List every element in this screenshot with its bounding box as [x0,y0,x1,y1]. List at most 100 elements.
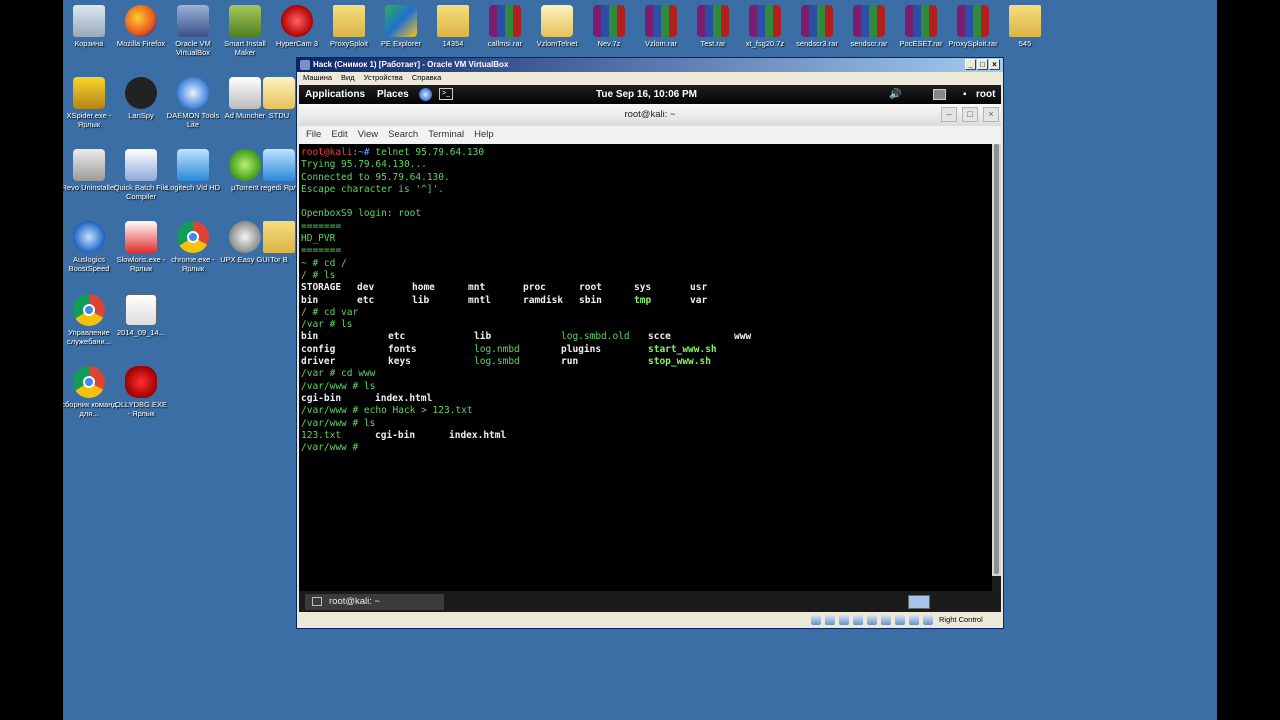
applications-menu[interactable]: Applications [305,85,365,104]
desktop-icon-vzlomtelnet[interactable]: VzlomTelnet [529,5,585,48]
optical-drive-icon[interactable] [825,615,835,625]
chat-icon: ▪ [963,89,967,100]
desktop-icon-tor[interactable]: Tor B [259,221,299,264]
desktop-icon-hypercam[interactable]: HyperCam 3 [269,5,325,48]
desktop-icon-smart-install[interactable]: Smart Install Maker [217,5,273,57]
network-icon[interactable] [933,89,946,100]
vbox-menu-help[interactable]: Справка [412,73,441,82]
desktop-icon-545[interactable]: 545 [997,5,1053,48]
terminal-minimize-button[interactable]: – [941,107,957,122]
ad-muncher-icon [229,77,261,109]
terminal-close-button[interactable]: × [983,107,999,122]
mouse-integration-icon[interactable] [909,615,919,625]
desktop-icon-poceset[interactable]: PocESET.rar [893,5,949,48]
terminal-menu-file[interactable]: File [306,129,321,140]
desktop-icon-test[interactable]: Test.rar [685,5,741,48]
floppy-icon[interactable] [839,615,849,625]
batch-compiler-icon [125,149,157,181]
vbox-menu-view[interactable]: Вид [341,73,355,82]
desktop-icon-daemon-tools[interactable]: DAEMON Tools Lite [165,77,221,129]
maximize-button[interactable]: □ [977,59,988,70]
shared-folder-icon[interactable] [881,615,891,625]
terminal-menu-view[interactable]: View [358,129,378,140]
vbox-title: Hack (Снимок 1) [Работает] - Oracle VM V… [313,60,509,69]
desktop-icon-sendscr[interactable]: sendscr.rar [841,5,897,48]
desktop-icon-14354[interactable]: 14354 [425,5,481,48]
desktop-icon-stdu[interactable]: STDU [259,77,299,120]
rar-icon [853,5,885,37]
desktop-icon-sbornik[interactable]: сборник команд для... [63,366,117,418]
virtualbox-window[interactable]: Hack (Снимок 1) [Работает] - Oracle VM V… [296,57,1004,629]
network-adapter-icon[interactable] [853,615,863,625]
desktop-icon-sendscr3[interactable]: sendscr3.rar [789,5,845,48]
desktop-icon-firefox[interactable]: Mozilla Firefox [113,5,169,48]
panel-clock[interactable]: Tue Sep 16, 10:06 PM [596,85,697,104]
desktop-icon-callmsi[interactable]: callmsi.rar [477,5,533,48]
folder-icon [1009,5,1041,37]
places-menu[interactable]: Places [377,85,409,104]
terminal-screen[interactable]: root@kali:~# telnet 95.79.64.130 Trying … [299,144,992,611]
desktop-icon-pe-explorer[interactable]: PE Explorer [373,5,429,48]
desktop-icon-auslogics[interactable]: Auslogics BoostSpeed [63,221,117,273]
desktop-icon-slowloris[interactable]: Slowloris.exe - Ярлык [113,221,169,273]
gnome-bottom-panel: root@kali: ~ [299,591,1001,612]
ollydbg-icon [125,366,157,398]
desktop-icon-screenshot[interactable]: 2014_09_14... [113,294,169,337]
vbox-menu-machine[interactable]: Машина [303,73,332,82]
desktop-icon-proxysploit[interactable]: ProxySploit [321,5,377,48]
guest-screen[interactable]: Applications Places >_ Tue Sep 16, 10:06… [299,85,1001,612]
desktop-icon-ollydbg[interactable]: OLLYDBG.EXE - Ярлык [113,366,169,418]
terminal-launcher-icon[interactable]: >_ [439,88,453,100]
keyboard-capture-icon[interactable] [923,615,933,625]
workspace-switcher[interactable] [908,595,930,609]
vbox-statusbar: Right Control [297,612,1003,628]
taskbar-terminal-button[interactable]: root@kali: ~ [305,594,444,610]
browser-launcher-icon[interactable] [419,88,432,101]
terminal-ls-row: driver keys log.smbd run stop_www.sh [301,356,711,368]
terminal-menu-edit[interactable]: Edit [331,129,347,140]
panel-user[interactable]: root [976,85,995,104]
terminal-scrollbar[interactable] [992,144,1001,576]
desktop-icon-vzlom[interactable]: Vzlom.rar [633,5,689,48]
terminal-ls-row: bin etc lib mntl ramdisk sbin tmp var [301,294,708,306]
volume-icon[interactable]: 🔊 [889,85,901,104]
scrollbar-thumb[interactable] [994,144,999,574]
desktop-icon-recycle-bin[interactable]: Корзина [63,5,117,48]
desktop-icon-chrome[interactable]: chrome.exe - Ярлык [165,221,221,273]
desktop-icon-nev7z[interactable]: Nev.7z [581,5,637,48]
terminal-prompt[interactable]: /var/www # [301,442,992,454]
lanspy-icon [125,77,157,109]
desktop-icon-revo[interactable]: Revo Uninstaller [63,149,117,192]
terminal-menu-terminal[interactable]: Terminal [428,129,464,140]
installer-icon [229,5,261,37]
terminal-line: Connected to 95.79.64.130. [301,171,450,183]
desktop-icon-xtfsg[interactable]: xt_fsg20.7z [737,5,793,48]
terminal-line: /var # ls [301,319,353,331]
daemon-tools-icon [177,77,209,109]
terminal-titlebar[interactable]: root@kali: ~ – □ × [299,104,1001,126]
vbox-titlebar[interactable]: Hack (Снимок 1) [Работает] - Oracle VM V… [297,58,1003,72]
chrome-icon [73,366,105,398]
rar-icon [697,5,729,37]
desktop-icon-lanspy[interactable]: LanSpy [113,77,169,120]
terminal-line: ======= [301,245,342,257]
close-button[interactable]: × [989,59,1000,70]
desktop-icon-xspider[interactable]: XSpider.exe - Ярлык [63,77,117,129]
terminal-line: root@kali:~# telnet 95.79.64.130 [301,147,485,158]
desktop-icon-regedit[interactable]: regedi Ярл [259,149,299,192]
terminal-maximize-button[interactable]: □ [962,107,978,122]
usb-icon[interactable] [867,615,877,625]
terminal-menu-search[interactable]: Search [388,129,418,140]
minimize-button[interactable]: _ [965,59,976,70]
display-icon[interactable] [895,615,905,625]
hdd-icon[interactable] [811,615,821,625]
virtualbox-icon [300,60,310,70]
virtualbox-icon [177,5,209,37]
vbox-menu-devices[interactable]: Устройства [364,73,403,82]
desktop-icon-quick-batch[interactable]: Quick Batch File Compiler [113,149,169,201]
desktop-icon-upravlenie[interactable]: Управление служебани... [63,294,117,346]
desktop-icon-virtualbox[interactable]: Oracle VM VirtualBox [165,5,221,57]
desktop-icon-logitech[interactable]: Logitech Vid HD [165,149,221,192]
desktop-icon-proxysploit-rar[interactable]: ProxySploit.rar [945,5,1001,48]
terminal-menu-help[interactable]: Help [474,129,494,140]
